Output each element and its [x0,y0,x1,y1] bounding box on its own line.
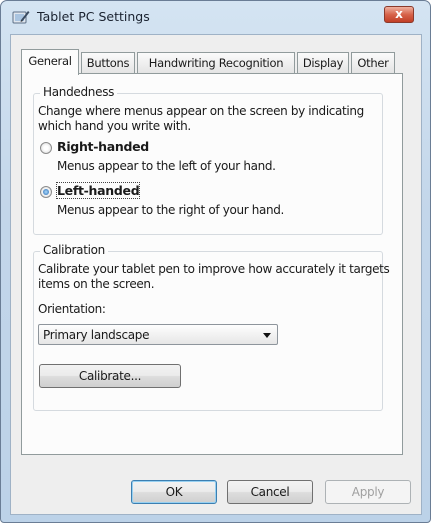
orientation-label: Orientation: [38,302,106,316]
right-handed-radio[interactable] [40,142,52,154]
tab-general[interactable]: General [21,49,79,75]
calibration-group-title: Calibration [40,243,108,257]
tablet-pen-icon [12,9,30,25]
handedness-group: Handedness Change where menus appear on … [33,85,383,235]
handedness-group-title: Handedness [40,85,118,99]
left-handed-radio[interactable] [40,186,52,198]
handedness-description-line1: Change where menus appear on the screen … [38,104,364,118]
right-handed-label[interactable]: Right-handed [57,139,149,154]
orientation-value: Primary landscape [43,328,150,342]
title-bar[interactable]: Tablet PC Settings x [1,1,430,31]
tab-display[interactable]: Display [297,52,349,74]
right-handed-hint: Menus appear to the left of your hand. [57,159,276,173]
close-icon: x [395,7,403,21]
tab-other[interactable]: Other [351,52,395,74]
left-handed-label[interactable]: Left-handed [55,182,141,199]
cancel-button[interactable]: Cancel [227,480,313,504]
calibration-description-line1: Calibrate your tablet pen to improve how… [38,262,390,276]
apply-button[interactable]: Apply [325,480,411,504]
window-title: Tablet PC Settings [37,9,150,24]
general-tab-panel: Handedness Change where menus appear on … [21,73,403,455]
tab-buttons[interactable]: Buttons [81,52,135,74]
tab-handwriting-recognition[interactable]: Handwriting Recognition [137,52,295,74]
chevron-down-icon[interactable] [263,333,271,338]
handedness-description-line2: which hand you write with. [38,119,191,133]
close-button[interactable]: x [384,6,414,23]
tablet-pc-settings-window: Tablet PC Settings x General Buttons Han… [0,0,431,523]
orientation-dropdown[interactable]: Primary landscape [38,324,278,345]
calibration-group: Calibration Calibrate your tablet pen to… [33,243,390,411]
left-handed-hint: Menus appear to the right of your hand. [57,203,284,217]
calibration-description-line2: items on the screen. [38,277,155,291]
calibrate-button[interactable]: Calibrate... [39,364,181,388]
dialog-client-area: General Buttons Handwriting Recognition … [10,34,422,515]
ok-button[interactable]: OK [131,480,217,504]
